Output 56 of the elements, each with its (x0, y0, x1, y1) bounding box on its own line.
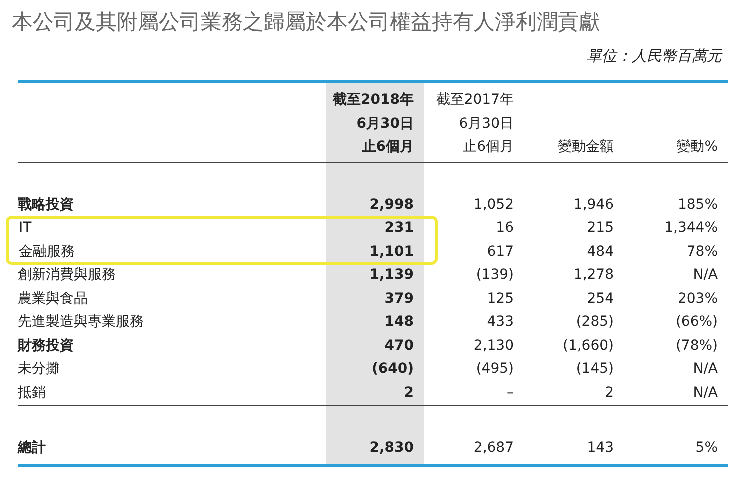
table-cell-text: 5% (694, 439, 719, 458)
row-label: 總計 (18, 439, 47, 458)
table-cell-text: 2,830 (368, 439, 415, 458)
table-cell-text: N/A (692, 384, 719, 402)
table-cell-text: 433 (486, 313, 515, 332)
table-cell-text: 379 (384, 290, 415, 308)
table-cell-text: 185% (676, 196, 719, 214)
table-cell-text: 617 (486, 242, 515, 262)
table-cell-text: 16 (495, 219, 515, 238)
table-cell-text: 2,998 (368, 196, 415, 214)
table-cell-text: (495) (475, 360, 515, 379)
table-cell-text: 484 (586, 242, 615, 262)
table-cell-text: (145) (575, 360, 615, 379)
table-cell-text: (285) (575, 313, 615, 332)
table-cell-text: 2 (604, 384, 615, 402)
table-cell-text: (139) (475, 266, 515, 285)
table-cell-text: N/A (692, 360, 719, 379)
column-header: 變動金額 (557, 138, 615, 157)
row-label: 創新消費與服務 (18, 266, 117, 285)
table-cell-text: 148 (384, 313, 415, 332)
table-cell-text: (66%) (674, 313, 719, 332)
table-cell-text: 2,687 (472, 439, 515, 458)
table-cell-text: 1,946 (572, 196, 615, 214)
row-label: IT (18, 219, 33, 238)
report-title: 本公司及其附屬公司業務之歸屬於本公司權益持有人淨利潤貢獻 (12, 9, 601, 36)
table-cell-text: (1,660) (562, 336, 615, 356)
row-label: 戰略投資 (18, 196, 75, 214)
table-cell-text: 215 (586, 219, 615, 238)
row-label: 金融服務 (18, 242, 76, 262)
table-cell-text: – (506, 384, 515, 402)
table-cell-text: 1,278 (572, 266, 615, 285)
table-cell-text: 231 (384, 219, 415, 238)
table-cell-text: 203% (676, 290, 719, 308)
column-header: 截至2017年 6月30日 止6個月 (435, 91, 515, 157)
table-cell-text: 1,139 (368, 266, 415, 285)
table-cell-text: 143 (586, 439, 615, 458)
unit-note: 單位：人民幣百萬元 (587, 46, 722, 66)
row-label: 先進製造與專業服務 (18, 313, 145, 332)
table-cell-text: N/A (692, 266, 719, 285)
table-cell-text: 2,130 (472, 336, 515, 356)
table-cell-text: (78%) (674, 336, 719, 356)
table-cell-text: 2 (403, 384, 415, 402)
table-cell-text: (640) (370, 360, 415, 379)
table-cell-text: 470 (384, 336, 415, 356)
table-cell-text: 1,344% (664, 219, 719, 238)
row-label: 農業與食品 (18, 290, 89, 308)
table-cell-text: 1,101 (368, 242, 415, 262)
table-cell-text: 254 (586, 290, 615, 308)
table-cell-text: 78% (686, 242, 719, 262)
table-cell-text: 1,052 (472, 196, 515, 214)
row-label: 抵銷 (18, 384, 47, 402)
table-cell-text: 125 (486, 290, 515, 308)
column-header: 變動% (676, 138, 719, 157)
row-label: 財務投資 (18, 336, 75, 356)
column-header: 截至2018年 6月30日 止6個月 (332, 91, 415, 157)
row-label: 未分攤 (18, 360, 61, 379)
